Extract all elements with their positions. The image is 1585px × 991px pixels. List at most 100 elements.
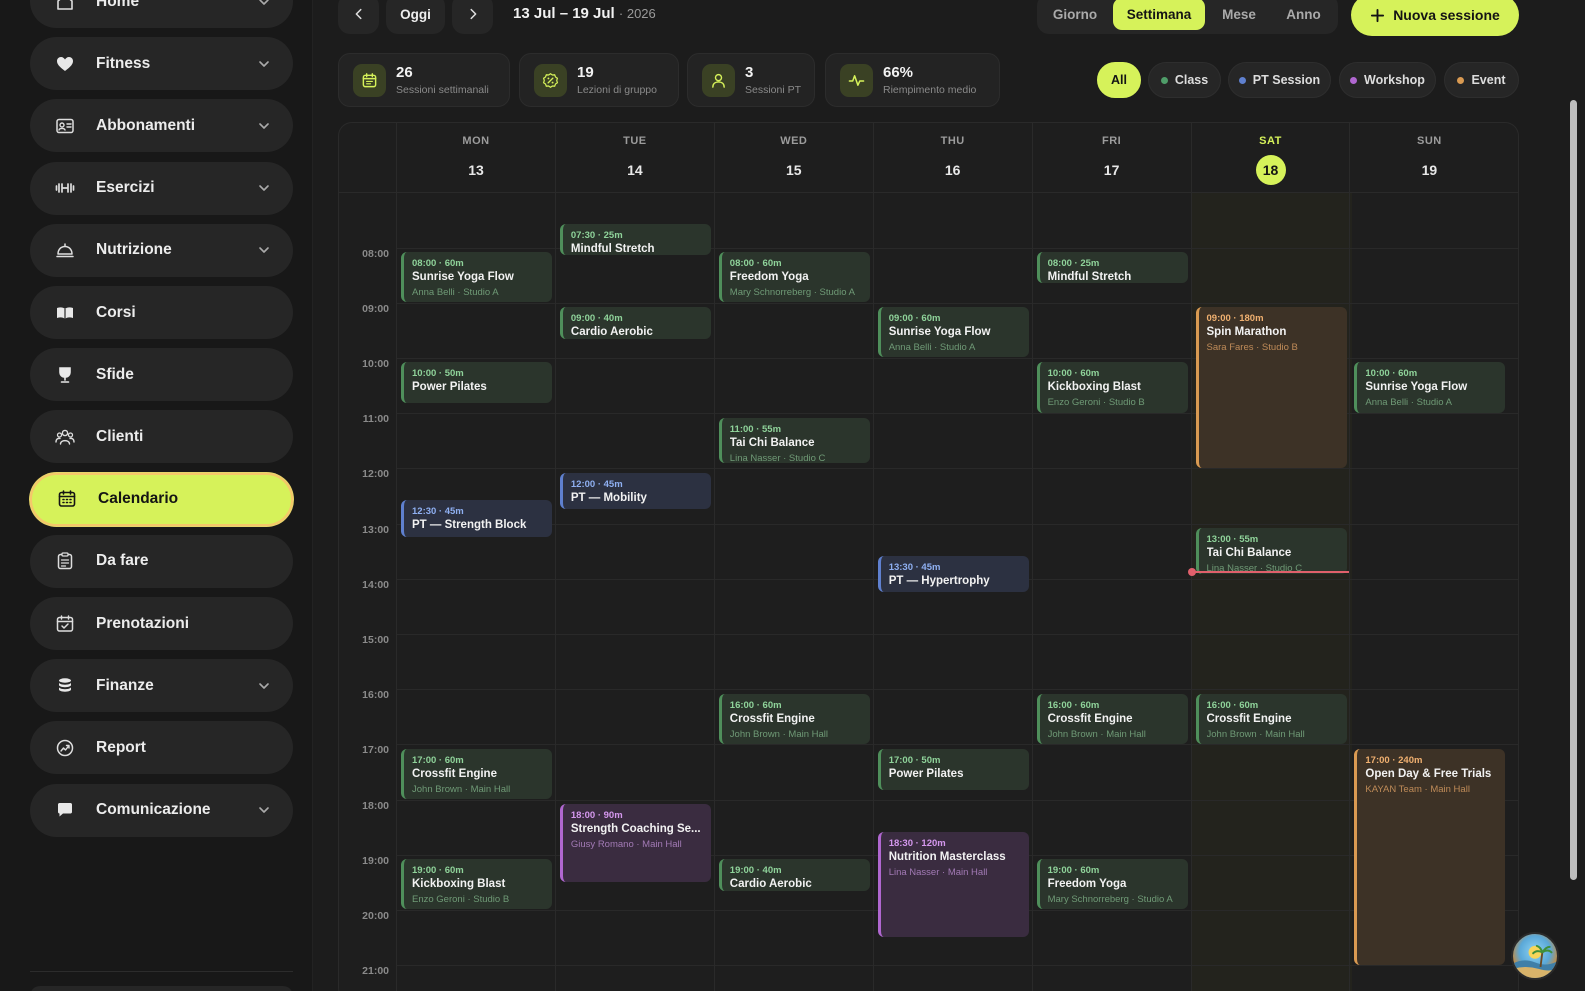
calendar-event[interactable]: 07:30 · 25m Mindful Stretch [559,224,711,256]
event-title: Strength Coaching Se... [570,823,701,835]
sidebar-item-clienti[interactable]: Clienti [30,410,293,464]
calendar-event[interactable]: 19:00 · 40m Cardio Aerobic [718,859,870,891]
calendar-event[interactable]: 16:00 · 60m Crossfit Engine John Brown · M… [1195,693,1347,744]
day-header-sun[interactable]: SUN 19 [1349,123,1509,193]
event-title: Freedom Yoga [729,271,809,283]
stat-value: 66% [883,64,914,81]
stat-group-lessons: 19 Lezioni di gruppo [519,53,679,107]
sidebar-item-esercizi[interactable]: Esercizi [30,161,293,215]
chevron-down-icon [259,247,269,254]
event-subtitle: Lina Nasser · Main Hall [888,866,988,878]
hour-label: 15:00 [362,633,389,646]
event-title: Cardio Aerobic [729,878,812,891]
stat-label: Riempimento medio [883,84,977,96]
calendar-event[interactable]: 10:00 · 60m Kickboxing Blast Enzo Geroni ·… [1036,362,1188,413]
calendar-event[interactable]: 10:00 · 50m Power Pilates [401,362,552,404]
prev-week-button[interactable] [338,0,379,34]
event-time: 08:00 · 60m [412,258,464,269]
day-header-fri[interactable]: FRI 17 [1032,123,1192,193]
filter-workshop[interactable]: Workshop [1339,62,1436,98]
sidebar-item-corsi[interactable]: Corsi [30,286,293,339]
view-switcher: Giorno Settimana Mese Anno [1037,0,1338,34]
calendar-event[interactable]: 17:00 · 50m Power Pilates [877,748,1029,790]
event-subtitle: John Brown · Main Hall [1047,728,1146,740]
day-number: 17 [1103,162,1120,178]
sidebar-item-prenotazioni[interactable]: Prenotazioni [30,597,293,650]
calendar-event[interactable]: 09:00 · 180m Spin Marathon Sara Fares · St… [1195,307,1347,468]
calendar-event[interactable]: 19:00 · 60m Freedom Yoga Mary Schnorreberg… [1036,859,1188,910]
calendar-event[interactable]: 09:00 · 60m Sunrise Yoga Flow Anna Belli ·… [877,307,1029,358]
hour-label: 20:00 [362,909,389,922]
next-week-button[interactable] [452,0,493,34]
view-option-giorno[interactable]: Giorno [1041,0,1109,30]
day-header-thu[interactable]: THU 16 [873,123,1033,193]
day-header-tue[interactable]: TUE 14 [555,123,715,193]
event-time: 08:00 · 60m [729,258,782,269]
event-title: Crossfit Engine [729,712,815,725]
filter-event[interactable]: Event [1444,62,1519,98]
calendar-event[interactable]: 12:00 · 45m PT — Mobility [559,472,711,510]
stat-label: Sessioni PT [745,84,802,96]
new-session-button[interactable]: Nuova sessione [1351,0,1519,36]
filter-all[interactable]: All [1097,62,1141,98]
calendar-event[interactable]: 17:00 · 60m Crossfit Engine John Brown · M… [401,748,552,799]
sidebar-bottom-item[interactable] [30,986,293,991]
sidebar-item-report[interactable]: Report [30,721,293,775]
calendar-event[interactable]: 13:00 · 55m Tai Chi Balance Lina Nasser · … [1195,528,1347,574]
sidebar-item-abbonamenti[interactable]: Abbonamenti [30,99,293,153]
event-time: 16:00 · 60m [729,699,782,711]
calendar-event[interactable]: 18:00 · 90m Strength Coaching Se... Giusy … [559,804,711,882]
page-scrollbar[interactable] [1570,100,1577,880]
hour-label: 13:00 [362,523,389,536]
view-option-anno[interactable]: Anno [1273,0,1334,30]
calendar-event[interactable]: 09:00 · 40m Cardio Aerobic [559,307,711,339]
calendar-event[interactable]: 08:00 · 25m Mindful Stretch [1036,252,1188,283]
current-time-dot [1187,567,1196,576]
sidebar-item-calendario[interactable]: Calendario [30,472,293,526]
sidebar-item-label: Corsi [96,303,136,321]
users-icon [54,426,76,448]
event-subtitle: KAYAN Team · Main Hall [1365,783,1470,795]
calendar-event[interactable]: 12:30 · 45m PT — Strength Block [401,500,552,537]
event-time: 11:00 · 55m [729,423,782,435]
event-time: 12:00 · 45m [570,478,623,490]
filter-label: Event [1471,73,1506,87]
sidebar-item-sfide[interactable]: Sfide [30,348,293,402]
filter-pt-session[interactable]: PT Session [1228,62,1331,98]
calendar-event[interactable]: 17:00 · 240m Open Day & Free Trials KAYAN … [1354,748,1506,965]
event-time: 18:00 · 90m [570,810,623,821]
today-button[interactable]: Oggi [386,0,445,34]
calendar-event[interactable]: 19:00 · 60m Kickboxing Blast Enzo Geroni ·… [401,859,552,910]
event-title: PT — Strength Block [412,519,527,532]
day-column-divider [554,123,556,991]
view-option-mese[interactable]: Mese [1209,0,1269,30]
chevron-down-icon [259,807,269,813]
day-header-mon[interactable]: MON 13 [396,123,556,193]
event-time: 08:00 · 25m [1047,258,1100,269]
calendar-event[interactable]: 08:00 · 60m Freedom Yoga Mary Schnorreberg… [718,252,870,303]
sidebar-item-da-fare[interactable]: Da fare [30,534,293,588]
view-option-settimana[interactable]: Settimana [1113,0,1205,30]
day-header-wed[interactable]: WED 15 [714,123,874,193]
event-subtitle: Enzo Geroni · Studio B [1047,397,1145,409]
day-header-sat[interactable]: SAT 18 [1191,123,1351,193]
calendar-event[interactable]: 16:00 · 60m Crossfit Engine John Brown · M… [1036,693,1188,744]
cloche-icon [54,239,76,261]
sidebar-item-fitness[interactable]: Fitness [30,37,293,91]
calendar-event[interactable]: 08:00 · 60m Sunrise Yoga Flow Anna Belli ·… [401,252,552,303]
calendar-event[interactable]: 13:30 · 45m PT — Hypertrophy [877,555,1029,592]
sidebar-item-finanze[interactable]: Finanze [30,659,293,713]
calendar-event[interactable]: 16:00 · 60m Crossfit Engine John Brown · M… [718,693,870,744]
day-column-divider [713,123,715,991]
filter-class[interactable]: Class [1148,62,1221,98]
sidebar-item-label: Home [96,0,140,10]
calendar-check-icon [54,613,76,635]
day-column-divider [1349,123,1351,991]
calendar-event[interactable]: 10:00 · 60m Sunrise Yoga Flow Anna Belli ·… [1354,362,1506,413]
sidebar-item-home[interactable]: Home [30,0,293,28]
calendar-event[interactable]: 11:00 · 55m Tai Chi Balance Lina Nasser · … [718,417,870,464]
assistant-avatar-button[interactable] [1511,932,1559,980]
sidebar-item-comunicazione[interactable]: Comunicazione [30,783,293,837]
calendar-event[interactable]: 18:30 · 120m Nutrition Masterclass Lina Na… [877,831,1029,937]
sidebar-item-nutrizione[interactable]: Nutrizione [30,223,293,277]
